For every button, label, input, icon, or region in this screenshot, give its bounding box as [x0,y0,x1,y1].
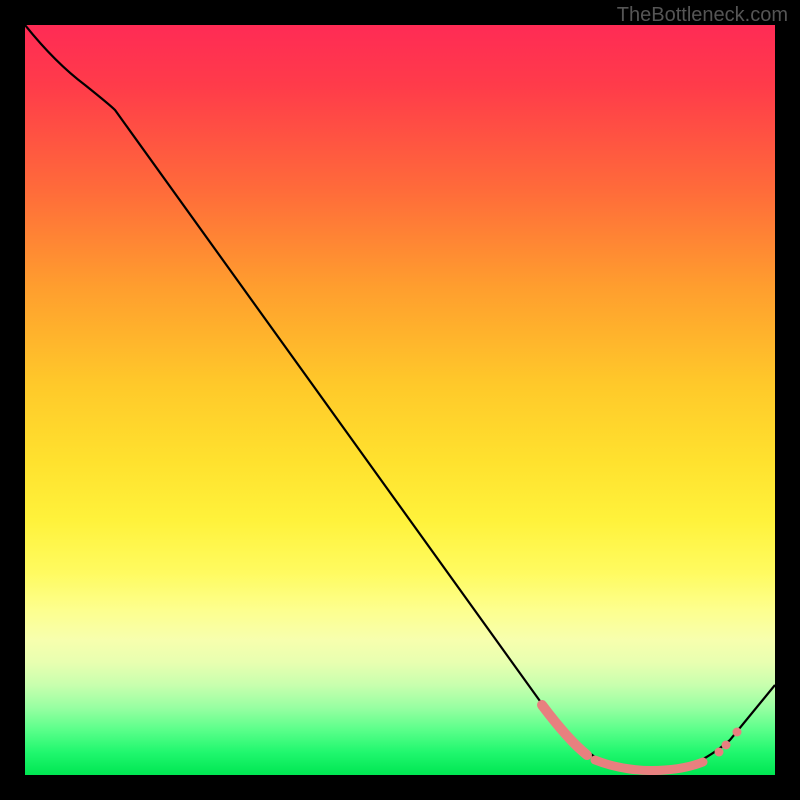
chart-highlight-dot [733,728,742,737]
chart-main-curve [25,25,775,771]
chart-highlight-dot [715,748,724,757]
chart-highlight-left [542,705,587,755]
chart-highlight-bottom [595,760,703,771]
chart-highlight-dot [722,741,731,750]
watermark-text: TheBottleneck.com [617,4,788,27]
chart-curve-svg [25,25,775,775]
chart-plot-area [25,25,775,775]
